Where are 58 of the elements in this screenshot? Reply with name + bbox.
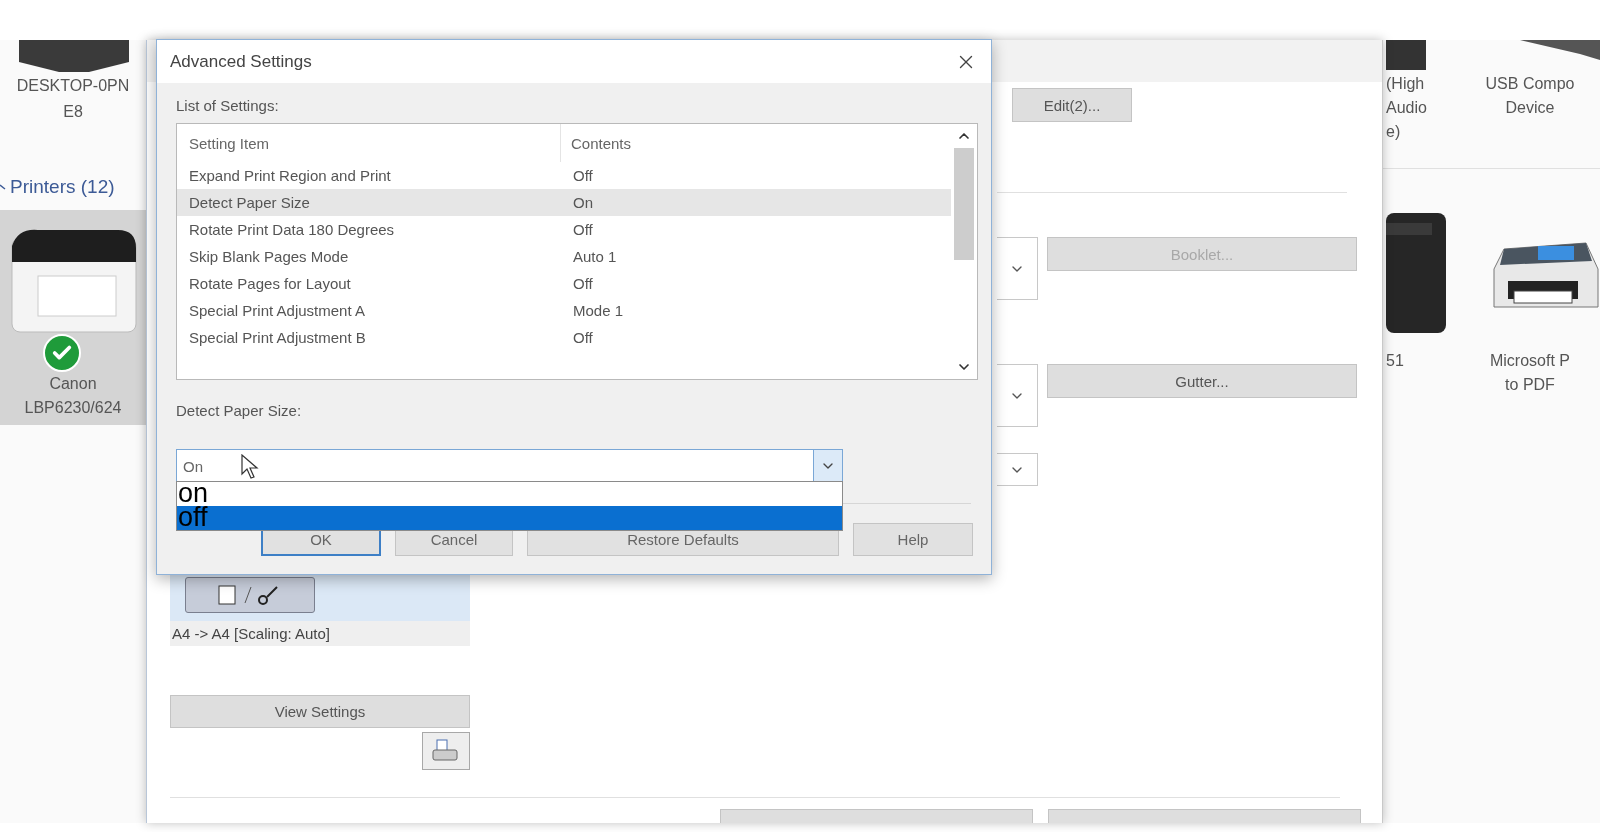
- gutter-button[interactable]: Gutter...: [1047, 364, 1357, 398]
- group-header[interactable]: Printers (12): [10, 176, 115, 198]
- mouse-cursor-icon: [241, 454, 259, 480]
- setting-item: Expand Print Region and Print: [188, 167, 392, 184]
- setting-contents: Mode 1: [572, 302, 624, 319]
- setting-item: Special Print Adjustment B: [188, 329, 367, 346]
- setting-item: Rotate Print Data 180 Degrees: [188, 221, 396, 238]
- list-label: List of Settings:: [176, 97, 279, 115]
- printer-label: Microsoft P: [1490, 351, 1570, 371]
- settings-row[interactable]: Skip Blank Pages Mode Auto 1: [177, 243, 951, 270]
- device-label: Audio: [1386, 98, 1427, 118]
- layout-caption: A4 -> A4 [Scaling: Auto]: [170, 621, 470, 646]
- setting-item: Special Print Adjustment A: [188, 302, 366, 319]
- printer-label: 51: [1386, 351, 1404, 371]
- device-label: e): [1386, 122, 1401, 142]
- column-header[interactable]: Setting Item: [177, 124, 561, 162]
- setting-item: Detect Paper Size: [188, 194, 311, 211]
- setting-contents: Off: [572, 329, 593, 346]
- setting-contents: Off: [572, 167, 593, 184]
- dropdown-option[interactable]: off: [177, 506, 842, 530]
- device-label: Device: [1505, 98, 1555, 118]
- setting-contents: Off: [572, 221, 593, 238]
- view-settings-button[interactable]: View Settings: [170, 695, 470, 728]
- settings-row[interactable]: Detect Paper Size On: [177, 189, 951, 216]
- dropdown-field[interactable]: On: [176, 449, 843, 483]
- printer-label: to PDF: [1505, 375, 1555, 395]
- device-label: (High: [1386, 74, 1425, 94]
- device-icon[interactable]: [1386, 40, 1426, 72]
- computer-icon[interactable]: [19, 40, 130, 72]
- device-label: USB Compo: [1485, 74, 1575, 94]
- printer-label: Canon: [49, 374, 97, 394]
- dropdown-field[interactable]: [997, 364, 1038, 427]
- settings-row[interactable]: Rotate Pages for Layout Off: [177, 270, 951, 297]
- printer-settings-button[interactable]: [422, 732, 470, 770]
- settings-row[interactable]: Special Print Adjustment B Off: [177, 324, 951, 351]
- field-label: Detect Paper Size:: [176, 402, 302, 420]
- dropdown-value: On: [182, 457, 203, 475]
- edit-button[interactable]: Edit(2)...: [1012, 88, 1132, 122]
- scroll-thumb[interactable]: [954, 148, 974, 260]
- dropdown-field[interactable]: [997, 237, 1038, 300]
- setting-contents: Auto 1: [572, 248, 617, 265]
- printer-icon: [431, 738, 461, 764]
- device-label: DESKTOP-0PN: [16, 76, 130, 96]
- setting-contents: On: [572, 194, 593, 211]
- layout-button[interactable]: [185, 577, 315, 613]
- dialog-button[interactable]: Help: [853, 523, 973, 556]
- printer-label: LBP6230/624: [24, 398, 122, 418]
- device-label: E8: [63, 102, 83, 122]
- printer-tile[interactable]: Canon LBP6230/624: [0, 210, 146, 425]
- settings-row[interactable]: Expand Print Region and Print Off: [177, 162, 951, 189]
- setting-item: Rotate Pages for Layout: [188, 275, 352, 292]
- settings-row[interactable]: Special Print Adjustment A Mode 1: [177, 297, 951, 324]
- dialog-title: Advanced Settings: [170, 51, 312, 72]
- setting-item: Skip Blank Pages Mode: [188, 248, 350, 265]
- dropdown-field[interactable]: [997, 453, 1038, 486]
- settings-row[interactable]: Rotate Print Data 180 Degrees Off: [177, 216, 951, 243]
- setting-contents: Off: [572, 275, 593, 292]
- column-header[interactable]: Contents: [561, 124, 632, 162]
